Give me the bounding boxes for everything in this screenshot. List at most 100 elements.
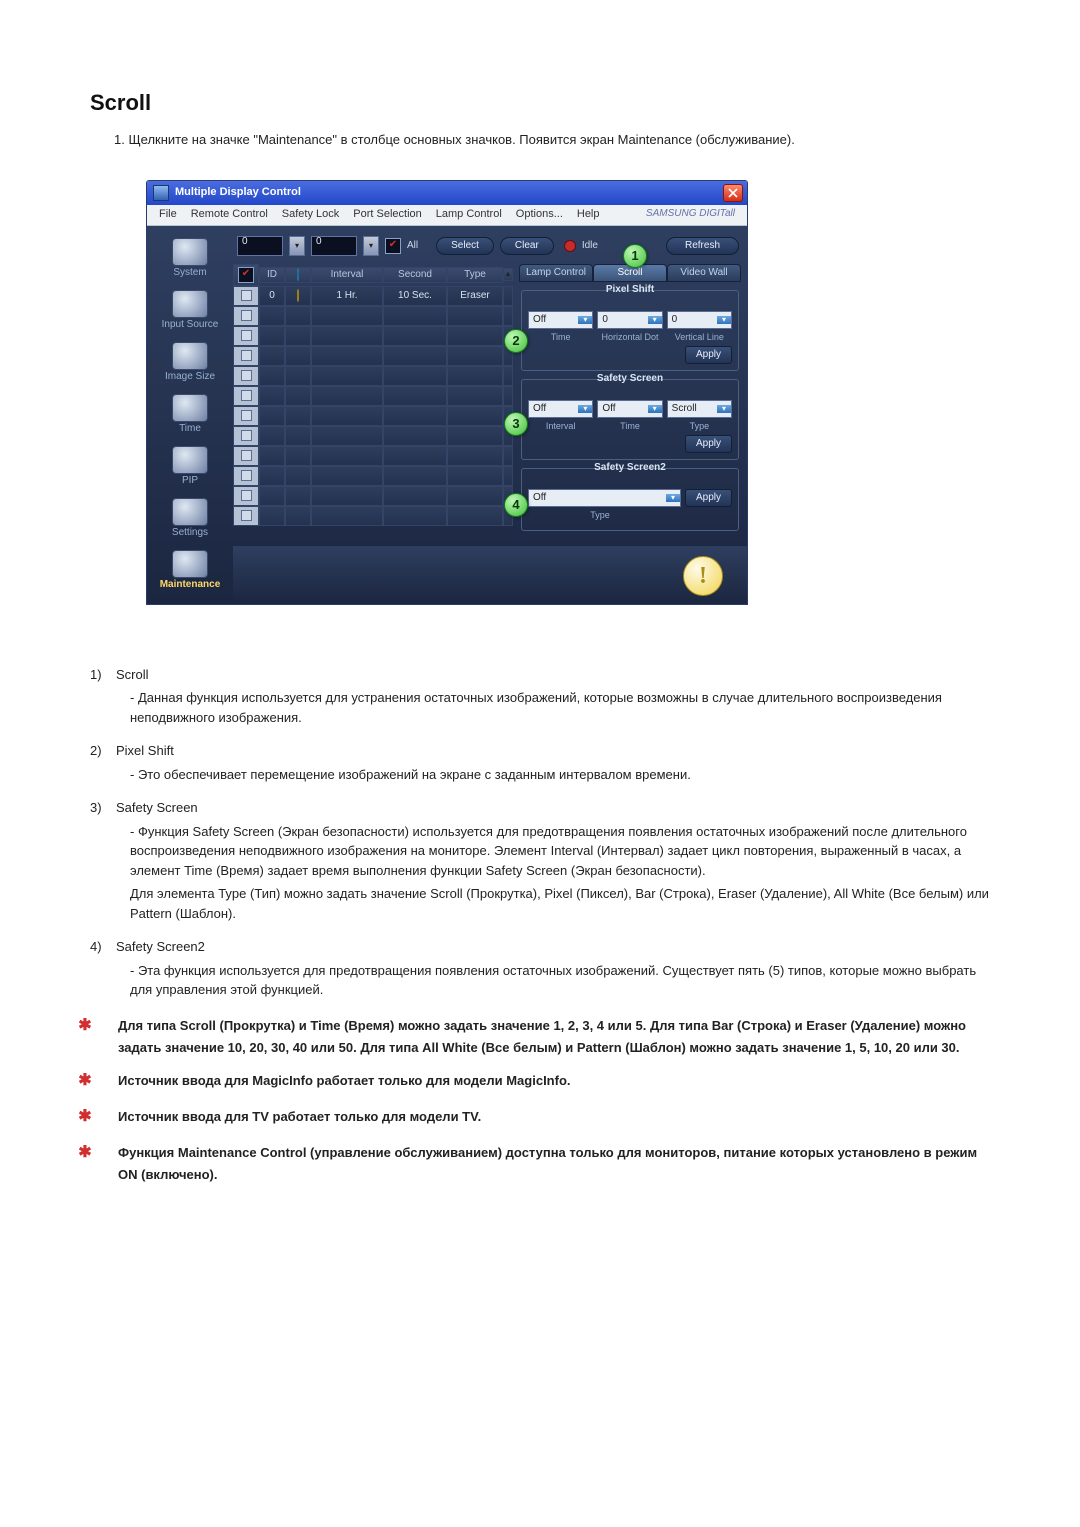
scroll-up-icon[interactable]: [503, 268, 513, 281]
chevron-down-icon: [578, 405, 592, 413]
table-row[interactable]: [233, 326, 513, 346]
group-safety-screen: 3 Safety Screen Off Off Scroll Interval …: [521, 379, 739, 460]
row-checkbox[interactable]: [233, 406, 259, 426]
menu-lamp-control[interactable]: Lamp Control: [430, 207, 508, 222]
all-checkbox[interactable]: [385, 238, 401, 254]
note-2: ✱Источник ввода для MagicInfo работает т…: [118, 1069, 990, 1093]
chevron-down-icon: [578, 316, 592, 324]
sidebar-item-label: Maintenance: [150, 580, 230, 590]
row-checkbox[interactable]: [233, 286, 259, 306]
row-checkbox[interactable]: [233, 486, 259, 506]
toolbar: 0 0 All Select Clear Idle Refresh: [233, 226, 747, 264]
chevron-down-icon: [717, 316, 731, 324]
all-label: All: [407, 241, 418, 251]
combo2-button[interactable]: [363, 236, 379, 256]
intro-text: 1. Щелкните на значке "Maintenance" в ст…: [114, 130, 990, 150]
table-row[interactable]: [233, 406, 513, 426]
table-row[interactable]: [233, 466, 513, 486]
label-interval: Interval: [528, 422, 593, 431]
sidebar-item-image-size[interactable]: Image Size: [150, 338, 230, 390]
table-row[interactable]: [233, 306, 513, 326]
sidebar-item-pip[interactable]: PIP: [150, 442, 230, 494]
table-row[interactable]: [233, 366, 513, 386]
apply-button[interactable]: Apply: [685, 489, 732, 507]
sidebar-item-maintenance[interactable]: Maintenance: [150, 546, 230, 598]
tab-video-wall[interactable]: Video Wall: [667, 264, 741, 282]
header-checkbox[interactable]: [238, 267, 254, 283]
group-title: Safety Screen: [522, 374, 738, 384]
input-source-icon: [172, 290, 208, 318]
menu-remote[interactable]: Remote Control: [185, 207, 274, 222]
combo1-value[interactable]: 0: [237, 236, 283, 256]
menu-help[interactable]: Help: [571, 207, 606, 222]
brand-label: SAMSUNG DIGITall: [640, 207, 741, 221]
table-row[interactable]: [233, 386, 513, 406]
table-row[interactable]: [233, 346, 513, 366]
pixel-shift-vline-select[interactable]: 0: [667, 311, 732, 329]
row-checkbox[interactable]: [233, 386, 259, 406]
callout-2: 2: [504, 329, 528, 353]
combo2-value[interactable]: 0: [311, 236, 357, 256]
menu-file[interactable]: File: [153, 207, 183, 222]
cell-lamp-icon: [285, 286, 311, 306]
row-checkbox[interactable]: [233, 366, 259, 386]
apply-button[interactable]: Apply: [685, 435, 732, 453]
sidebar-item-label: Image Size: [150, 372, 230, 382]
star-icon: ✱: [90, 1014, 108, 1038]
row-checkbox[interactable]: [233, 326, 259, 346]
pixel-shift-time-select[interactable]: Off: [528, 311, 593, 329]
safety-type-select[interactable]: Scroll: [667, 400, 732, 418]
refresh-button[interactable]: Refresh: [666, 237, 739, 255]
row-checkbox[interactable]: [233, 466, 259, 486]
group-title: Safety Screen2: [522, 463, 738, 473]
label-vline: Vertical Line: [667, 333, 732, 342]
desc-item-1: 1)Scroll - Данная функция используется д…: [90, 665, 990, 728]
menu-port-selection[interactable]: Port Selection: [347, 207, 427, 222]
group-safety-screen2: 4 Safety Screen2 Off Apply Type: [521, 468, 739, 531]
sidebar-item-label: System: [150, 268, 230, 278]
callout-4: 4: [504, 493, 528, 517]
safety-time-select[interactable]: Off: [597, 400, 662, 418]
table-row[interactable]: 0 1 Hr. 10 Sec. Eraser: [233, 286, 513, 306]
col-interval: Interval: [311, 267, 383, 283]
sidebar-item-time[interactable]: Time: [150, 390, 230, 442]
row-checkbox[interactable]: [233, 426, 259, 446]
row-checkbox[interactable]: [233, 446, 259, 466]
sidebar-item-system[interactable]: System: [150, 234, 230, 286]
window-titlebar: Multiple Display Control: [147, 181, 747, 205]
chevron-down-icon: [648, 316, 662, 324]
pip-icon: [172, 446, 208, 474]
close-icon[interactable]: [723, 184, 743, 202]
safety-interval-select[interactable]: Off: [528, 400, 593, 418]
pixel-shift-hdot-select[interactable]: 0: [597, 311, 662, 329]
sidebar-item-label: PIP: [150, 476, 230, 486]
table-row[interactable]: [233, 446, 513, 466]
table-row[interactable]: [233, 486, 513, 506]
main-area: 0 0 All Select Clear Idle Refresh: [233, 226, 747, 604]
callout-1: 1: [623, 244, 647, 268]
safety2-type-select[interactable]: Off: [528, 489, 681, 507]
row-checkbox[interactable]: [233, 346, 259, 366]
chevron-down-icon: [666, 494, 680, 502]
apply-button[interactable]: Apply: [685, 346, 732, 364]
col-lamp-icon: [285, 267, 311, 283]
sidebar-item-settings[interactable]: Settings: [150, 494, 230, 546]
menu-options[interactable]: Options...: [510, 207, 569, 222]
status-light-icon: [564, 240, 576, 252]
desc-item-3: 3)Safety Screen - Функция Safety Screen …: [90, 798, 990, 923]
label-time: Time: [597, 422, 662, 431]
row-checkbox[interactable]: [233, 506, 259, 526]
table-row[interactable]: [233, 426, 513, 446]
cell-second: 10 Sec.: [383, 286, 447, 306]
sidebar-item-input-source[interactable]: Input Source: [150, 286, 230, 338]
menu-safety-lock[interactable]: Safety Lock: [276, 207, 345, 222]
clear-button[interactable]: Clear: [500, 237, 554, 255]
row-checkbox[interactable]: [233, 306, 259, 326]
combo1-button[interactable]: [289, 236, 305, 256]
tab-lamp-control[interactable]: Lamp Control: [519, 264, 593, 282]
table-row[interactable]: [233, 506, 513, 526]
app-icon: [153, 185, 169, 201]
select-button[interactable]: Select: [436, 237, 494, 255]
note-3: ✱Источник ввода для TV работает только д…: [118, 1105, 990, 1129]
idle-label: Idle: [582, 241, 598, 251]
